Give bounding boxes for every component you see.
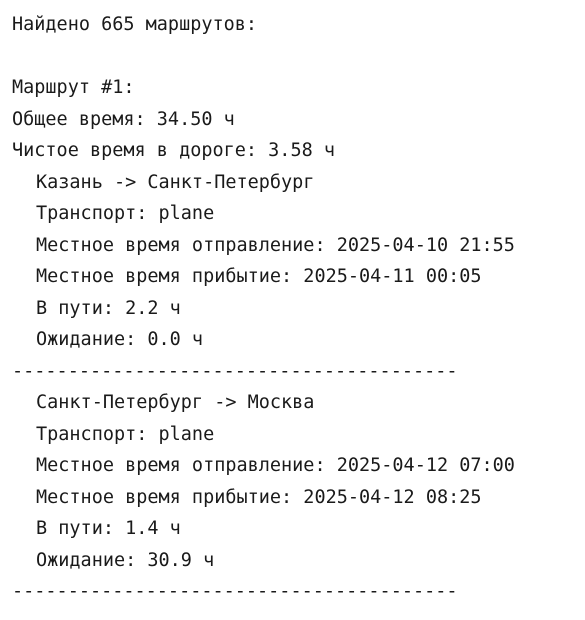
segment-departure: Местное время отправление: 2025-04-12 07…: [36, 455, 515, 476]
route-total-time: Общее время: 34.50 ч: [12, 108, 235, 130]
separator-line: ----------------------------------------: [12, 360, 458, 382]
segment-travel-time: В пути: 2.2 ч: [36, 297, 181, 319]
segment-departure: Местное время отправление: 2025-04-10 21…: [36, 234, 515, 256]
segment-route: Казань -> Санкт-Петербург: [36, 171, 315, 193]
segment-arrival: Местное время прибытие: 2025-04-11 00:05: [36, 266, 482, 287]
segment-route: Санкт-Петербург -> Москва: [36, 392, 315, 413]
separator-line: ----------------------------------------: [12, 581, 458, 602]
console-output: Найдено 665 маршрутов: Маршрут #1: Общее…: [12, 9, 577, 608]
segment-transport: Транспорт: plane: [36, 423, 215, 445]
segment-waiting-time: Ожидание: 0.0 ч: [36, 329, 204, 350]
segment-block-1: Казань -> Санкт-Петербург Транспорт: pla…: [12, 167, 577, 356]
routes-found-text: Найдено 665 маршрутов:: [12, 14, 258, 35]
segment-block-2: Санкт-Петербург -> Москва Транспорт: pla…: [12, 387, 577, 576]
segment-arrival: Местное время прибытие: 2025-04-12 08:25: [36, 486, 482, 508]
segment-transport: Транспорт: plane: [36, 203, 215, 224]
segment-travel-time: В пути: 1.4 ч: [36, 518, 181, 539]
route-title: Маршрут #1:: [12, 77, 135, 98]
route-road-time: Чистое время в дороге: 3.58 ч: [12, 140, 336, 161]
segment-waiting-time: Ожидание: 30.9 ч: [36, 549, 215, 571]
